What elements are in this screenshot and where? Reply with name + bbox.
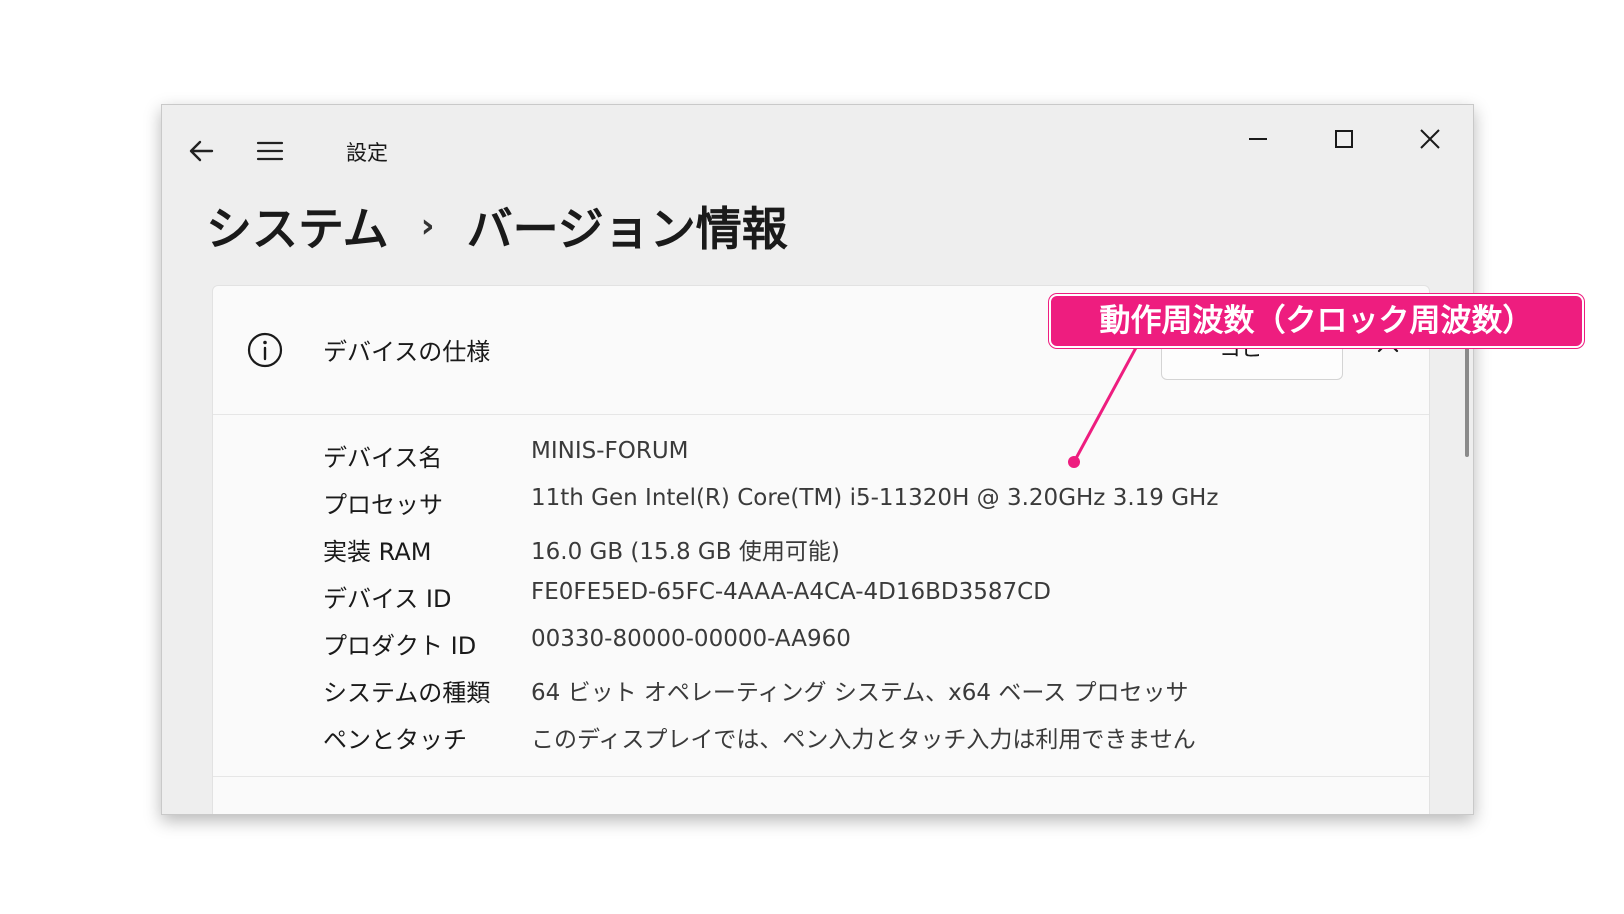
annotation-callout: 動作周波数（クロック周波数） [1049, 294, 1584, 348]
callout-pointer [1068, 343, 1140, 468]
